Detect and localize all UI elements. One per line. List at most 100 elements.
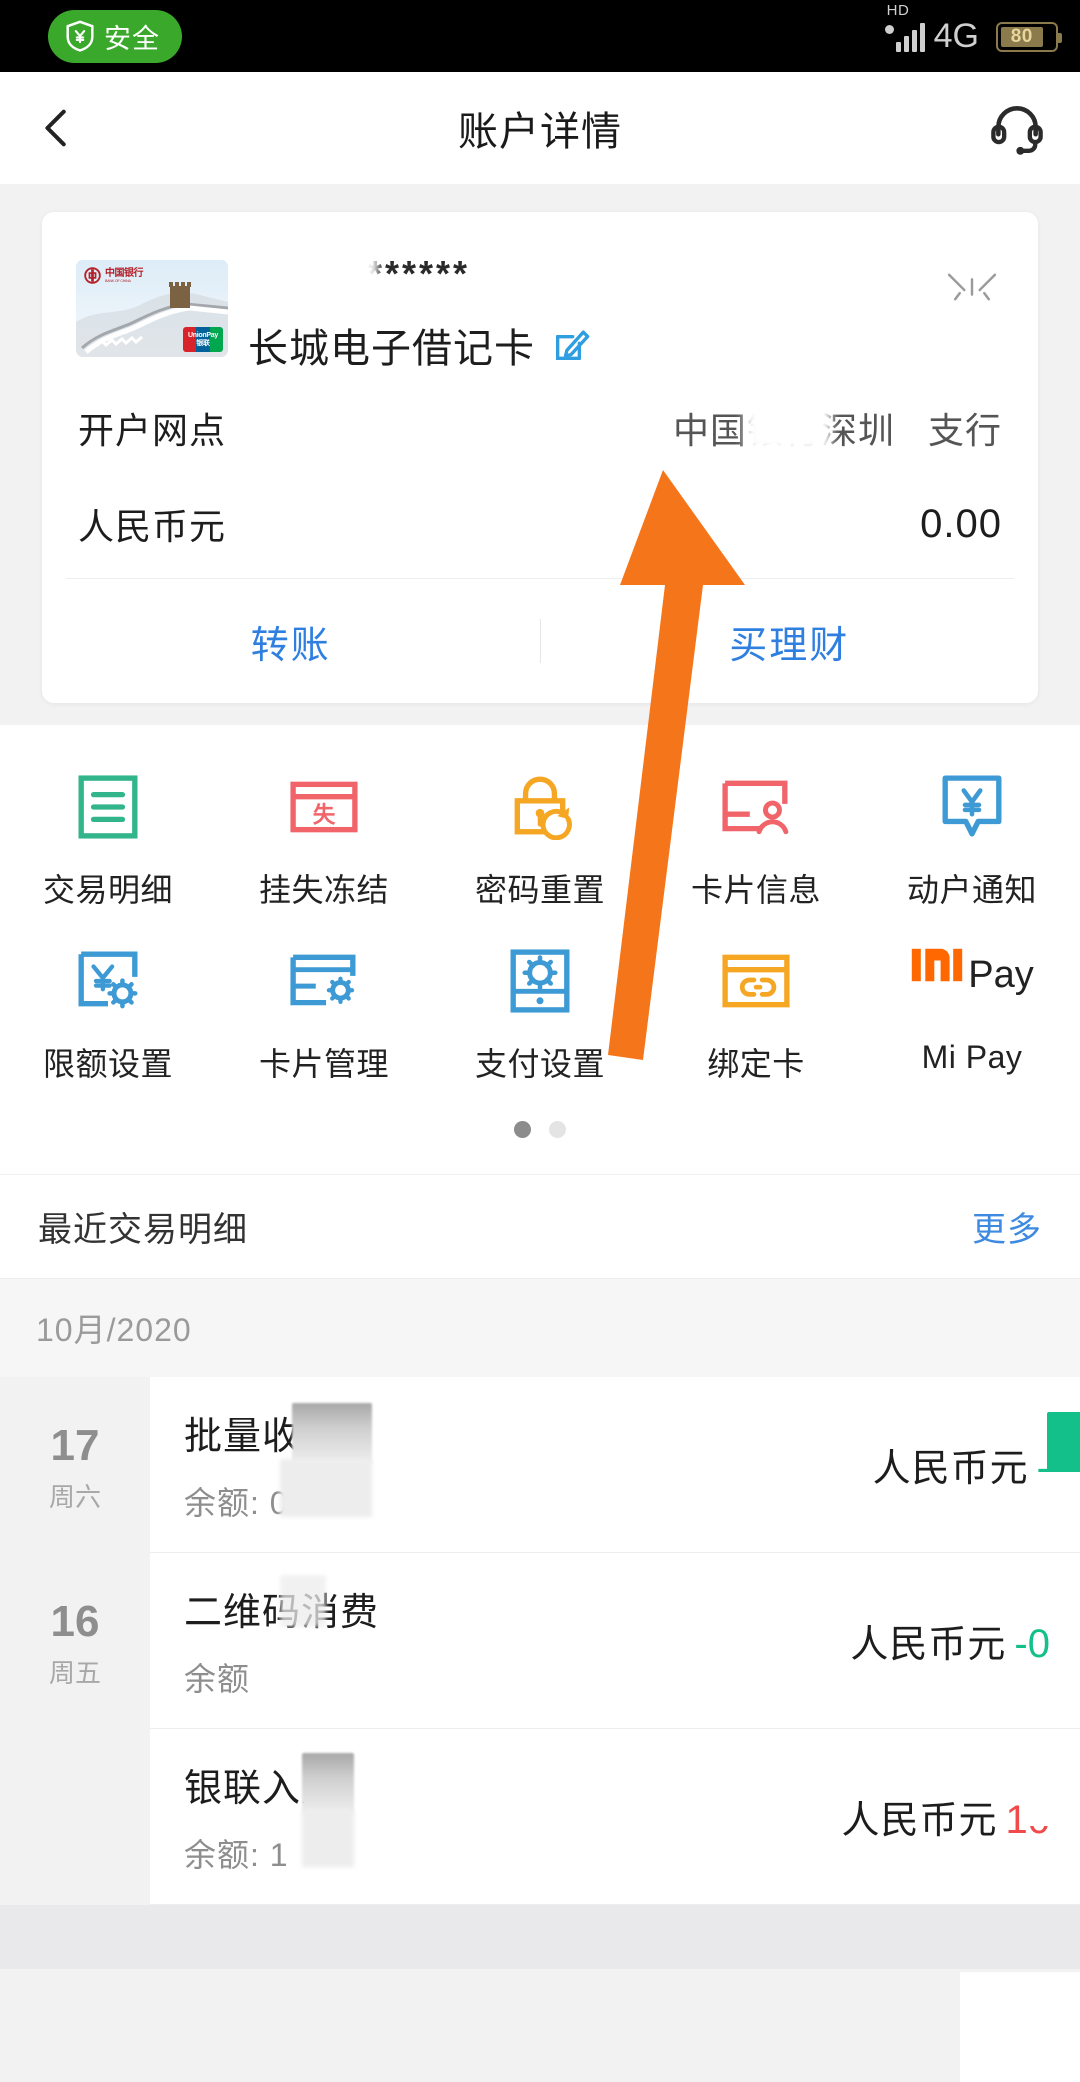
branch-value-redaction — [744, 398, 831, 452]
signal-bars-icon — [895, 22, 925, 52]
pay-settings-icon — [502, 943, 578, 1019]
document-lines-icon — [70, 769, 146, 845]
card-product-name: 长城电子借记卡 — [248, 327, 535, 371]
more-transactions-link[interactable]: 更多 — [972, 1202, 1042, 1251]
grid-item-mi-pay[interactable]: Pay Mi Pay — [864, 929, 1080, 1103]
transaction-balance: 余额: 0 — [184, 1485, 289, 1521]
limit-gear-icon — [70, 943, 146, 1019]
bank-card-thumbnail: 中国银行 BANK OF CHINA UnionPay 银联 — [76, 260, 228, 357]
branch-value: 中国银行深圳 支行 — [673, 398, 1002, 454]
grid-item-card-info[interactable]: 卡片信息 — [648, 755, 864, 929]
grid-label: 挂失冻结 — [258, 872, 389, 908]
grid-item-bind-card[interactable]: 绑定卡 — [648, 929, 864, 1103]
transaction-info: 批量收费 余额: 0 — [184, 1403, 372, 1524]
card-number-redaction-left — [248, 250, 378, 294]
transaction-amount-redaction — [1046, 1412, 1080, 1472]
buy-wealth-button[interactable]: 买理财 — [541, 614, 1039, 669]
balance-row: 人民币元 0.00 — [42, 476, 1038, 572]
function-grid-row-2: 限额设置 卡片管理 支付设置 绑定卡 Pay Mi Pay — [0, 929, 1080, 1103]
card-number-redaction-right — [646, 250, 836, 296]
transaction-info: 二维码消费 余额 — [184, 1575, 380, 1700]
transaction-weekday: 周六 — [48, 1481, 101, 1512]
grid-item-transaction-detail[interactable]: 交易明细 — [0, 755, 216, 929]
boc-name-en: BANK OF CHINA — [105, 277, 131, 283]
card-lost-icon: 失 — [286, 769, 362, 845]
card-header: 中国银行 BANK OF CHINA UnionPay 银联 ****** 长城… — [42, 212, 1038, 380]
grid-label: 交易明细 — [42, 872, 173, 908]
grid-item-report-loss-freeze[interactable]: 失 挂失冻结 — [216, 755, 432, 929]
mi-logo-icon — [912, 948, 963, 982]
transaction-amount-redaction — [1052, 1588, 1080, 1648]
table-row[interactable]: 16 周五 二维码消费 余额 人民币元 -0 — [0, 1553, 1080, 1729]
transaction-amount-group: 人民币元 10 — [841, 1764, 1080, 1844]
transaction-amount-group: 人民币元 - — [872, 1412, 1080, 1492]
grid-item-password-reset[interactable]: 密码重置 — [432, 755, 648, 929]
transaction-weekday: 周五 — [48, 1657, 101, 1688]
grid-label: 动户通知 — [906, 872, 1037, 908]
card-gear-icon — [286, 943, 362, 1019]
status-bar: 安全 HD 4G 80 — [0, 0, 1080, 72]
status-indicators: HD 4G 80 — [884, 2, 1062, 53]
transaction-currency: 人民币元 — [872, 1448, 1029, 1490]
card-name-row: 长城电子借记卡 — [248, 316, 1004, 374]
transaction-amount: -0 — [1014, 1622, 1050, 1666]
transaction-body: 二维码消费 余额 人民币元 -0 — [150, 1553, 1080, 1729]
grid-item-account-notification[interactable]: 动户通知 — [864, 755, 1080, 929]
battery-icon: 80 — [996, 22, 1062, 52]
branch-label: 开户网点 — [78, 410, 227, 451]
table-row[interactable]: 17 周六 批量收费 余额: 0 人民币元 - — [0, 1377, 1080, 1553]
grid-item-card-management[interactable]: 卡片管理 — [216, 929, 432, 1103]
transaction-balance: 余额 — [184, 1661, 251, 1697]
pagination-dot-2[interactable] — [549, 1121, 566, 1138]
lock-reset-icon — [502, 769, 578, 845]
svg-text:失: 失 — [313, 802, 336, 828]
card-text-column: ****** 长城电子借记卡 — [228, 246, 1004, 374]
pagination-dot-1[interactable] — [514, 1121, 531, 1138]
page-content: 中国银行 BANK OF CHINA UnionPay 银联 ****** 长城… — [0, 212, 1080, 1969]
page-title: 账户详情 — [458, 110, 622, 154]
edit-pencil-icon[interactable] — [551, 325, 591, 365]
transaction-month-header: 10月/2020 — [0, 1278, 1080, 1377]
table-row[interactable]: 银联入账 余额: 1 人民币元 10 — [0, 1729, 1080, 1905]
nav-bar: 账户详情 — [0, 72, 1080, 184]
transaction-day: 17 — [50, 1421, 100, 1471]
transaction-title: 二维码消费 — [184, 1592, 380, 1634]
recent-transactions-header: 最近交易明细 更多 — [0, 1174, 1080, 1278]
grid-pagination[interactable] — [0, 1103, 1080, 1164]
grid-label: 卡片管理 — [258, 1046, 389, 1082]
transaction-amount: - — [1036, 1446, 1050, 1490]
chevron-left-icon[interactable] — [34, 105, 80, 151]
transaction-date: 17 周六 — [0, 1377, 150, 1553]
security-badge: 安全 — [48, 9, 182, 63]
transaction-currency: 人民币元 — [841, 1800, 998, 1842]
unionpay-label-cn: 银联 — [196, 339, 210, 347]
bottom-spacer — [0, 1905, 1080, 1969]
transfer-button[interactable]: 转账 — [42, 614, 540, 669]
signal-dot-icon — [884, 25, 894, 34]
headset-icon[interactable] — [988, 99, 1046, 157]
grid-item-limit-settings[interactable]: 限额设置 — [0, 929, 216, 1103]
boc-name-cn: 中国银行 — [105, 267, 144, 279]
branch-row: 开户网点 中国银行深圳 支行 — [42, 380, 1038, 476]
transaction-title: 银联入账 — [184, 1768, 341, 1810]
boc-logo-group: 中国银行 BANK OF CHINA — [84, 267, 144, 284]
transaction-info: 银联入账 余额: 1 — [184, 1753, 354, 1876]
transaction-currency: 人民币元 — [850, 1624, 1007, 1666]
account-card-panel: 中国银行 BANK OF CHINA UnionPay 银联 ****** 长城… — [42, 212, 1038, 703]
shield-yuan-icon — [66, 20, 94, 52]
transaction-amount-group: 人民币元 -0 — [850, 1588, 1080, 1668]
grid-item-payment-settings[interactable]: 支付设置 — [432, 929, 648, 1103]
balance-label: 人民币元 — [78, 506, 227, 547]
transaction-amount: 10 — [1005, 1798, 1051, 1842]
grid-label: 支付设置 — [474, 1046, 605, 1082]
function-grid-panel: 交易明细 失 挂失冻结 密码重置 卡片信息 动户通知 限额设置 卡片管理 支付设… — [0, 725, 1080, 1174]
eye-closed-icon[interactable] — [946, 270, 998, 304]
transaction-date — [0, 1729, 150, 1905]
account-detail-screen: 安全 HD 4G 80 账户详情 中国银行 BANK OF CHINA Unio… — [0, 0, 1080, 2082]
card-person-icon — [718, 769, 794, 845]
transaction-body: 批量收费 余额: 0 人民币元 - — [150, 1377, 1080, 1553]
branch-value-tail: 支行 — [927, 410, 1002, 451]
card-number-row: ****** — [248, 246, 1004, 302]
function-grid-row-1: 交易明细 失 挂失冻结 密码重置 卡片信息 动户通知 — [0, 755, 1080, 929]
transaction-date: 16 周五 — [0, 1553, 150, 1729]
